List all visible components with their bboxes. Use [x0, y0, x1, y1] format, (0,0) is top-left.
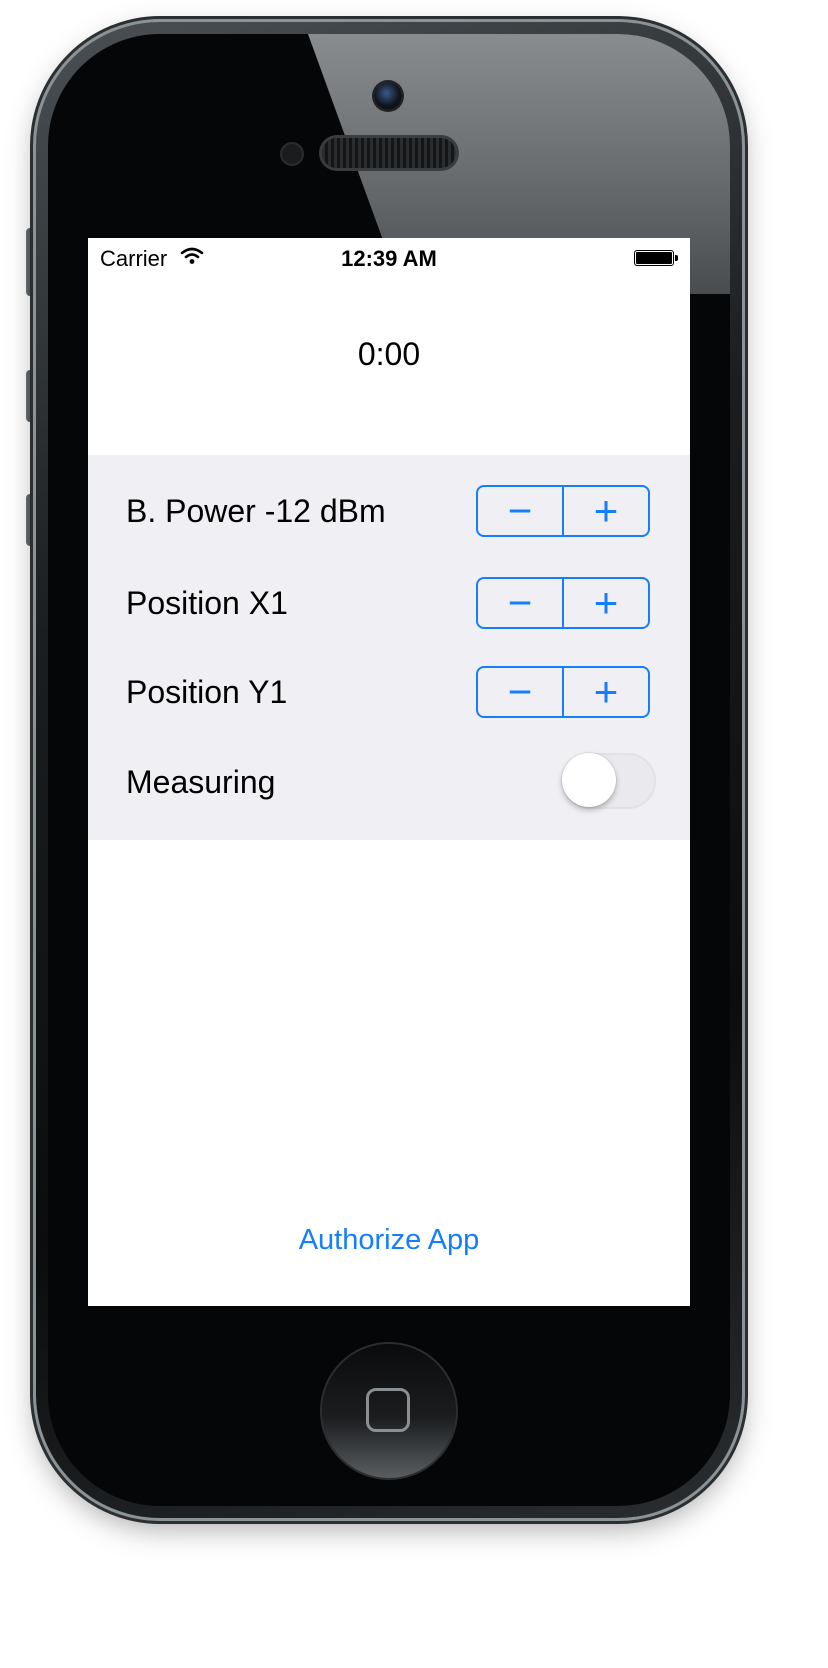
volume-down-button	[26, 494, 36, 546]
front-camera	[374, 82, 402, 110]
position-x-increment-button[interactable]: +	[564, 579, 648, 627]
proximity-sensor	[282, 144, 302, 164]
authorize-app-button[interactable]: Authorize App	[88, 1224, 690, 1257]
position-y-decrement-button[interactable]: −	[478, 668, 562, 716]
position-y-increment-button[interactable]: +	[564, 668, 648, 716]
position-x-label: Position X1	[126, 585, 288, 621]
status-time: 12:39 AM	[341, 246, 437, 271]
power-increment-button[interactable]: +	[564, 487, 648, 535]
power-label: B. Power -12 dBm	[126, 493, 386, 529]
battery-icon	[634, 250, 678, 266]
status-bar: Carrier 12:39 AM	[88, 238, 690, 278]
measuring-label: Measuring	[126, 764, 276, 800]
mute-switch	[26, 228, 36, 296]
position-x-stepper: − +	[476, 577, 650, 629]
volume-up-button	[26, 370, 36, 422]
measuring-toggle[interactable]	[562, 753, 656, 809]
power-stepper: − +	[476, 485, 650, 537]
position-y-label: Position Y1	[126, 674, 288, 710]
home-square-icon	[366, 1388, 410, 1432]
app-screen: Carrier 12:39 AM 0:00 B. Power -12 dBm −…	[88, 238, 690, 1306]
position-x-decrement-button[interactable]: −	[478, 579, 562, 627]
toggle-knob	[562, 753, 616, 807]
earpiece-speaker	[322, 138, 456, 168]
position-y-stepper: − +	[476, 666, 650, 718]
timer-display: 0:00	[357, 336, 421, 372]
home-button[interactable]	[322, 1344, 456, 1478]
controls-panel: B. Power -12 dBm − + Position X1 − + Pos…	[88, 455, 690, 840]
power-decrement-button[interactable]: −	[478, 487, 562, 535]
